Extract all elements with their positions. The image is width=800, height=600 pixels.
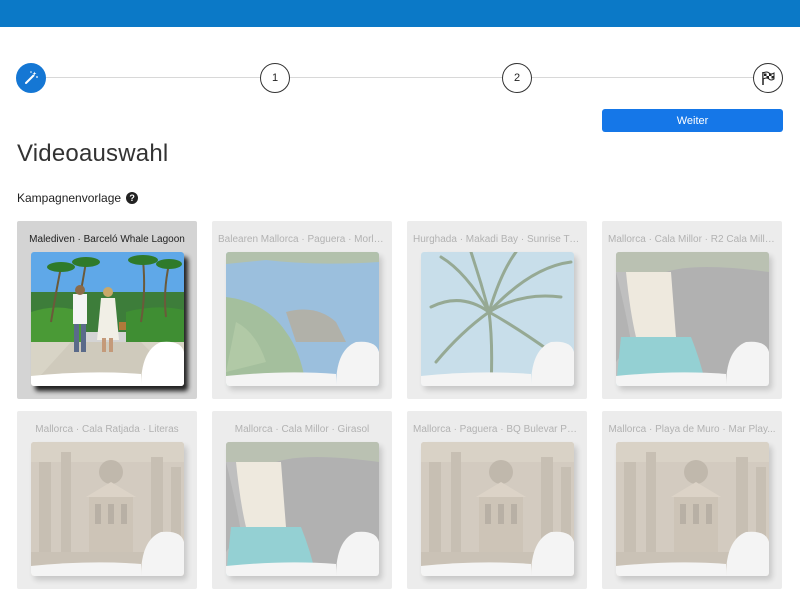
video-card-title: Mallorca · Cala Millor · R2 Cala Millo..…	[608, 234, 779, 245]
video-thumbnail	[616, 252, 769, 386]
video-card[interactable]: Malediven · Barceló Whale Lagoon	[17, 221, 197, 399]
section-campaign-template: Kampagnenvorlage ?	[17, 191, 139, 205]
video-thumbnail	[226, 442, 379, 576]
step-1[interactable]: 1	[260, 63, 290, 93]
checkered-flag-icon	[762, 71, 775, 85]
page-title: Videoauswahl	[17, 140, 169, 167]
video-thumbnail-frame	[226, 442, 379, 576]
video-thumbnail	[421, 252, 574, 386]
video-thumbnail-frame	[616, 252, 769, 386]
video-card[interactable]: Balearen Mallorca · Paguera · Morla...	[212, 221, 392, 399]
video-card[interactable]: Hurghada · Makadi Bay · Sunrise Tu...	[407, 221, 587, 399]
video-card-title: Mallorca · Playa de Muro · Mar Play...	[608, 424, 776, 435]
video-thumbnail	[31, 252, 184, 386]
video-card[interactable]: Mallorca · Cala Millor · R2 Cala Millo..…	[602, 221, 782, 399]
video-thumbnail	[31, 442, 184, 576]
step-finish[interactable]	[753, 63, 783, 93]
step-start[interactable]	[16, 63, 46, 93]
video-card-title: Mallorca · Cala Ratjada · Literas	[35, 424, 179, 435]
magic-wand-icon	[25, 71, 38, 84]
video-thumbnail-frame	[31, 252, 184, 386]
video-thumbnail-frame	[421, 442, 574, 576]
help-icon[interactable]: ?	[126, 192, 139, 204]
video-thumbnail	[226, 252, 379, 386]
next-button[interactable]: Weiter	[602, 109, 783, 132]
video-card[interactable]: Mallorca · Playa de Muro · Mar Play...	[602, 411, 782, 589]
top-bar	[0, 0, 800, 27]
step-2[interactable]: 2	[502, 63, 532, 93]
video-card-title: Hurghada · Makadi Bay · Sunrise Tu...	[413, 234, 584, 245]
video-card[interactable]: Mallorca · Paguera · BQ Bulevar Pag...	[407, 411, 587, 589]
step-1-label: 1	[271, 72, 279, 84]
video-card-title: Mallorca · Cala Millor · Girasol	[234, 424, 370, 435]
step-2-label: 2	[513, 72, 521, 84]
wizard-stepper: 1 2	[16, 62, 784, 94]
video-thumbnail-frame	[421, 252, 574, 386]
section-label: Kampagnenvorlage	[17, 191, 122, 205]
video-card-title: Malediven · Barceló Whale Lagoon	[29, 234, 185, 245]
video-thumbnail	[421, 442, 574, 576]
video-card-title: Balearen Mallorca · Paguera · Morla...	[218, 234, 388, 245]
video-card[interactable]: Mallorca · Cala Millor · Girasol	[212, 411, 392, 589]
video-card[interactable]: Mallorca · Cala Ratjada · Literas	[17, 411, 197, 589]
video-card-title: Mallorca · Paguera · BQ Bulevar Pag...	[413, 424, 587, 435]
video-thumbnail-frame	[31, 442, 184, 576]
video-thumbnail	[616, 442, 769, 576]
video-thumbnail-frame	[226, 252, 379, 386]
stepper-line	[32, 77, 768, 78]
video-thumbnail-frame	[616, 442, 769, 576]
